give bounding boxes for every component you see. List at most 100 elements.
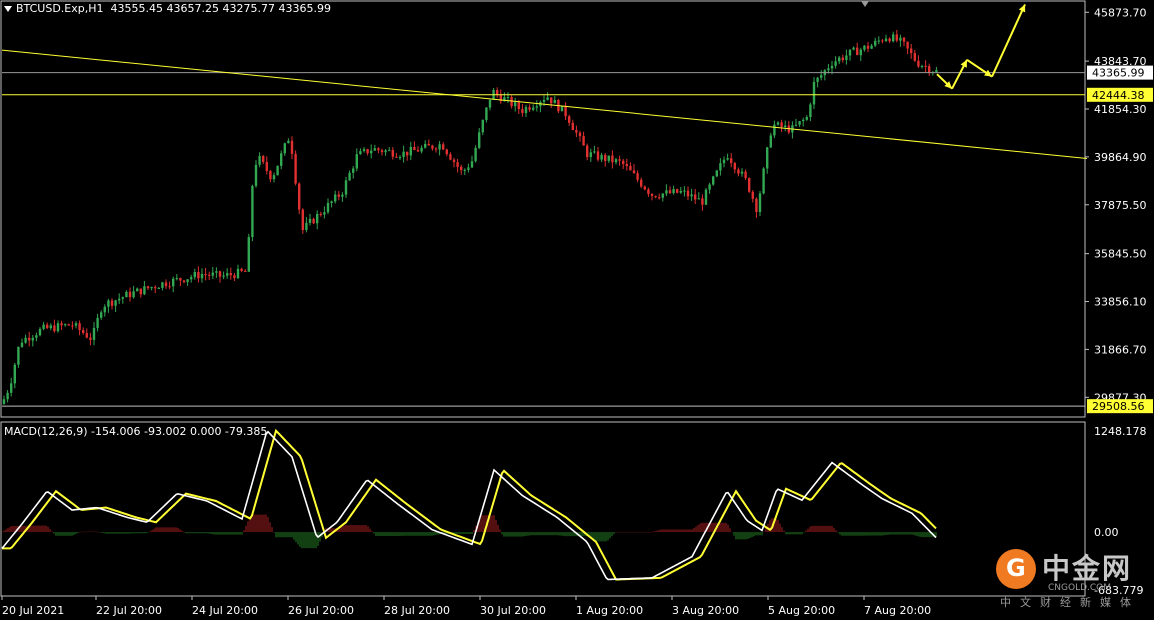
candle-body [474, 147, 477, 162]
macd-histogram-bar [859, 532, 861, 536]
macd-signal-line [2, 428, 937, 581]
macd-histogram-bar [43, 525, 45, 533]
macd-histogram-bar [795, 532, 797, 535]
candle-body [424, 143, 427, 148]
macd-histogram-bar [69, 532, 71, 536]
macd-histogram-bar [779, 523, 781, 533]
macd-histogram-bar [225, 532, 227, 535]
macd-histogram-bar [525, 532, 527, 536]
shift-marker-icon [861, 1, 869, 7]
candle-body [748, 178, 751, 192]
candle-body [866, 45, 870, 49]
candle-body [722, 159, 726, 164]
macd-histogram-bar [517, 532, 519, 537]
candle-body [683, 190, 686, 192]
macd-histogram-bar [407, 532, 409, 536]
macd-histogram-bar [369, 528, 371, 533]
macd-histogram-bar [881, 532, 883, 536]
candle-body [366, 149, 369, 154]
macd-histogram-bar [497, 524, 499, 533]
macd-histogram-bar [573, 532, 575, 537]
candle-body [56, 323, 60, 332]
macd-histogram-bar [413, 532, 415, 536]
macd-histogram-bar [721, 522, 723, 533]
macd-histogram-bar [469, 532, 471, 534]
macd-histogram-bar [727, 524, 729, 533]
macd-histogram-bar [499, 529, 501, 533]
axes-labels: 45873.7043843.7041854.3039864.9037875.50… [1, 1, 1153, 617]
macd-histogram-bar [41, 525, 43, 533]
candle-body [708, 184, 711, 190]
macd-histogram-bar [157, 527, 159, 533]
candle-body [139, 288, 142, 295]
macd-histogram-bar [11, 526, 13, 533]
macd-histogram-bar [507, 532, 509, 537]
macd-histogram-bar [529, 532, 531, 536]
macd-histogram-bar [619, 531, 621, 533]
candle-body [114, 300, 117, 306]
candle-body [571, 122, 574, 131]
macd-histogram-bar [467, 532, 469, 534]
candle-body [204, 273, 207, 275]
macd-histogram-bar [179, 529, 181, 533]
candle-body [211, 272, 214, 276]
macd-histogram-bar [491, 515, 493, 533]
macd-histogram-bar [207, 532, 209, 534]
candle-body [845, 55, 848, 60]
candle-body [416, 150, 420, 152]
macd-histogram-bar [745, 532, 747, 540]
candle-body [388, 150, 391, 152]
macd-histogram-bar [833, 528, 835, 533]
macd-histogram-bar [615, 531, 617, 533]
macd-histogram-bar [749, 532, 751, 539]
macd-histogram-bar [213, 532, 215, 535]
macd-histogram-bar [793, 532, 795, 535]
macd-histogram-bar [807, 528, 809, 533]
candle-body [582, 136, 585, 146]
macd-histogram-bar [597, 532, 599, 542]
candle-body [348, 172, 351, 181]
candle-body [726, 158, 729, 160]
candle-body [157, 287, 160, 289]
macd-histogram-bar [825, 525, 827, 533]
macd-histogram-bar [397, 532, 399, 536]
candle-body [733, 163, 736, 170]
candle-body [917, 60, 920, 67]
candle-body [161, 282, 164, 288]
macd-histogram-bar [609, 532, 611, 539]
symbol-dropdown-icon[interactable] [4, 6, 12, 12]
candle-body [755, 198, 758, 212]
macd-histogram-bar [625, 531, 627, 533]
macd-histogram-bar [341, 526, 343, 533]
macd-histogram-bar [47, 526, 49, 533]
macd-histogram-bar [869, 532, 871, 536]
candle-body [236, 268, 240, 279]
macd-histogram-bar [361, 525, 363, 533]
macd-histogram-bar [781, 527, 783, 533]
macd-histogram-bar [81, 531, 83, 533]
macd-histogram-bar [693, 527, 695, 533]
candle-body [125, 291, 128, 298]
candle-body [294, 153, 297, 184]
macd-histogram-bar [875, 532, 877, 536]
candle-body [485, 107, 488, 120]
time-tick-label: 22 Jul 20:00 [96, 604, 162, 617]
price-tick-label: 39864.90 [1094, 151, 1147, 164]
macd-histogram-bar [743, 532, 745, 540]
candle-body [13, 364, 16, 384]
candle-body [186, 279, 189, 283]
candle-body [550, 97, 553, 104]
macd-histogram-bar [837, 532, 839, 533]
macd-histogram-bar [861, 532, 863, 536]
macd-histogram-bar [197, 532, 199, 534]
price-chart[interactable]: 45873.7043843.7041854.3039864.9037875.50… [0, 0, 1154, 620]
macd-histogram-bar [679, 529, 681, 533]
macd-histogram-bar [909, 532, 911, 535]
time-tick-label: 26 Jul 20:00 [288, 604, 354, 617]
macd-histogram-bar [873, 532, 875, 536]
macd-histogram-bar [901, 532, 903, 535]
macd-histogram-bar [539, 532, 541, 536]
macd-histogram-bar [755, 532, 757, 536]
macd-histogram-bar [649, 531, 651, 533]
macd-histogram-bar [185, 532, 187, 534]
